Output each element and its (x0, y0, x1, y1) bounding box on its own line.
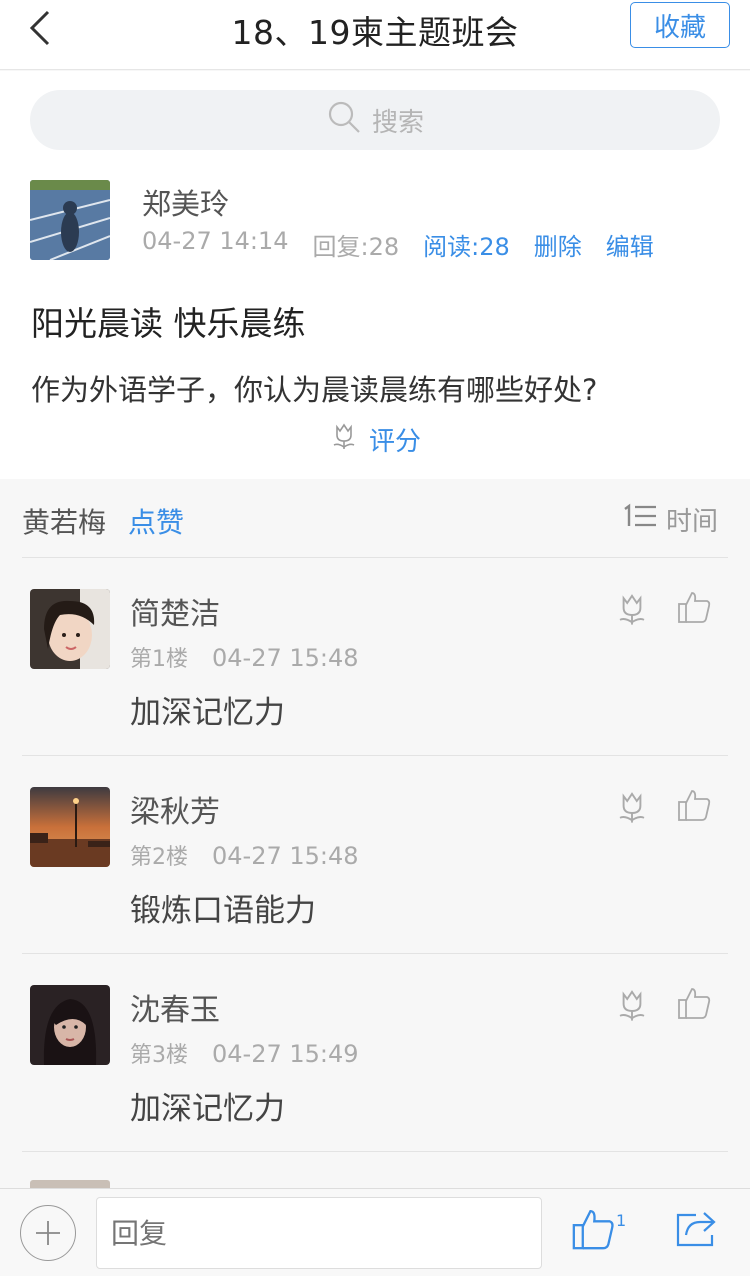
avatar[interactable] (30, 589, 110, 669)
reply-time: 04-27 15:48 (212, 842, 359, 870)
reply-author[interactable]: 简楚洁 (130, 589, 220, 633)
flower-icon[interactable] (614, 591, 650, 631)
reply-filter-bar: 黄若梅 点赞 时间 (0, 479, 750, 557)
rate-button[interactable]: 评分 (0, 421, 750, 458)
like-label: 点赞 (128, 506, 185, 539)
reply-author[interactable]: 梁秋芳 (130, 787, 220, 831)
reply-author[interactable]: 沈春玉 (130, 985, 220, 1029)
read-count: 阅读:28 (423, 233, 510, 261)
like-button-icon[interactable] (570, 1205, 616, 1257)
search-icon (326, 99, 372, 142)
search-bar[interactable]: 搜索 (30, 90, 720, 150)
reply-content: 加深记忆力 (130, 1091, 285, 1127)
author-avatar[interactable] (30, 180, 110, 260)
thumbs-up-icon[interactable] (676, 589, 712, 629)
top-bar: 18、19柬主题班会 收藏 (0, 0, 750, 70)
reply-time: 04-27 15:48 (212, 644, 359, 672)
post-body: 作为外语学子，你认为晨读晨练有哪些好处? (31, 373, 598, 407)
liker-name[interactable]: 黄若梅 (22, 501, 106, 541)
share-icon[interactable] (674, 1209, 718, 1253)
sort-icon (622, 503, 666, 536)
reply-time: 04-27 15:49 (212, 1040, 359, 1068)
reply-count: 回复:28 (312, 233, 400, 261)
post-title: 阳光晨读 快乐晨练 (31, 304, 306, 343)
like-count: 1 (616, 1211, 627, 1230)
avatar (30, 1180, 110, 1188)
reply-input[interactable] (96, 1197, 542, 1269)
reply-item: 沈春玉 第3楼 04-27 15:49 加深记忆力 (0, 953, 750, 1151)
reply-floor: 第2楼 04-27 15:48 (130, 842, 359, 870)
thumbs-up-icon[interactable] (676, 787, 712, 827)
search-placeholder: 搜索 (371, 107, 424, 138)
reply-floor: 第3楼 04-27 15:49 (130, 1040, 359, 1068)
divider (22, 1151, 728, 1152)
flower-icon[interactable] (614, 987, 650, 1027)
sort-button[interactable]: 时间 (622, 501, 718, 538)
avatar[interactable] (30, 787, 110, 867)
edit-link[interactable]: 编辑 (606, 227, 654, 262)
plus-icon[interactable] (20, 1205, 76, 1261)
avatar[interactable] (30, 985, 110, 1065)
reply-item: 简楚洁 第1楼 04-27 15:48 加深记忆力 (0, 557, 750, 755)
thumbs-up-icon[interactable] (676, 985, 712, 1025)
author-name[interactable]: 郑美玲 (142, 181, 229, 223)
post-card: 搜索 郑美玲 04-27 14:14 回复:28 阅读:28 删除 编辑 阳光晨… (0, 71, 750, 479)
bottom-bar: 1 (0, 1188, 750, 1276)
reply-content: 加深记忆力 (130, 695, 285, 731)
post-meta: 04-27 14:14 回复:28 阅读:28 删除 编辑 (142, 227, 678, 262)
flower-icon[interactable] (614, 789, 650, 829)
rate-label: 评分 (368, 427, 421, 457)
favorite-button[interactable]: 收藏 (630, 2, 730, 48)
reply-content: 锻炼口语能力 (130, 893, 316, 929)
flower-icon (329, 421, 369, 458)
post-date: 04-27 14:14 (142, 227, 289, 255)
reply-item: 梁秋芳 第2楼 04-27 15:48 锻炼口语能力 (0, 755, 750, 953)
sort-label: 时间 (665, 507, 718, 537)
reply-floor: 第1楼 04-27 15:48 (130, 644, 359, 672)
delete-link[interactable]: 删除 (534, 227, 582, 262)
